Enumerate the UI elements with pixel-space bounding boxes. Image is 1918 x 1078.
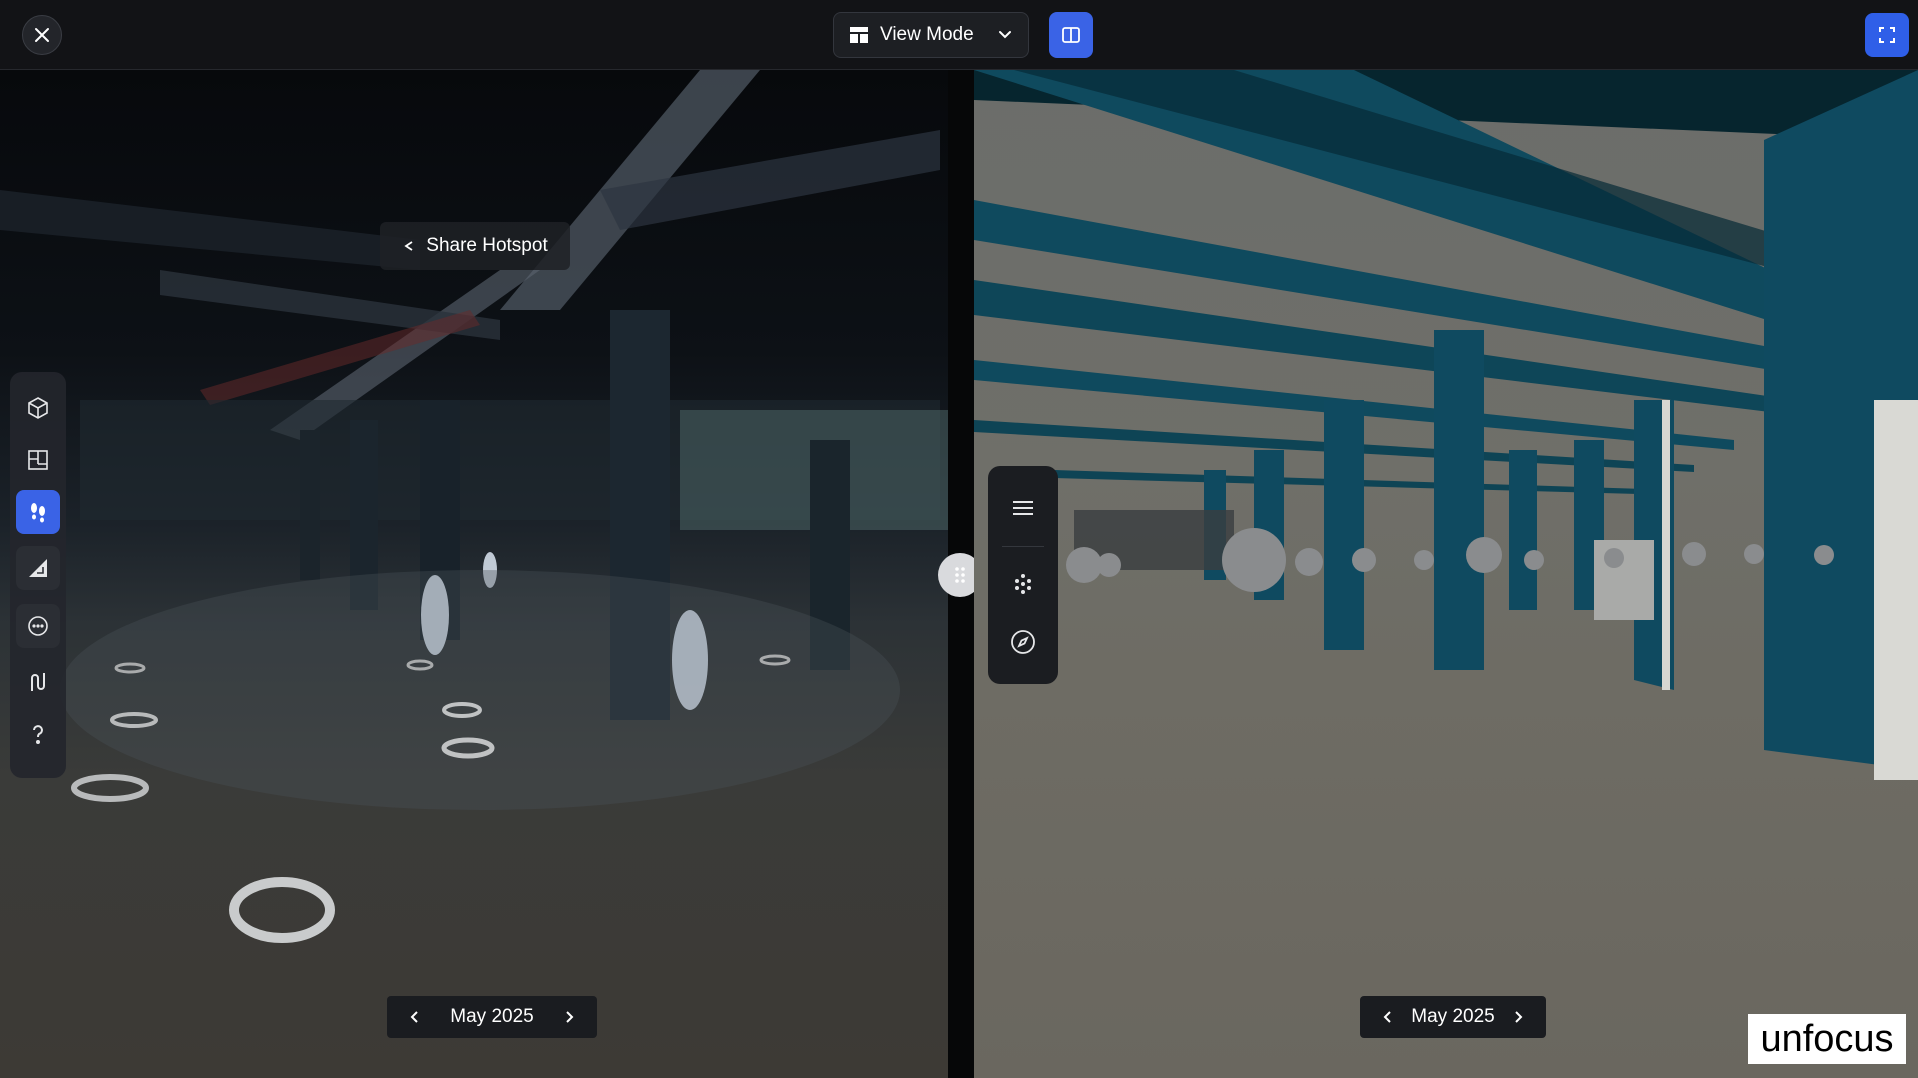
chevron-right-icon[interactable] <box>1508 1006 1530 1028</box>
panorama-view-left[interactable]: Share Hotspot May 2025 <box>0 70 948 1078</box>
date-label-left: May 2025 <box>450 1006 534 1027</box>
split-view-icon <box>1061 25 1081 45</box>
comment-icon <box>26 614 50 638</box>
measure-ruler-icon <box>26 556 50 580</box>
help-question-icon <box>26 722 50 746</box>
tool-rail <box>10 372 66 778</box>
fullscreen-icon <box>1878 26 1896 44</box>
menu-divider <box>1002 546 1044 547</box>
chevron-left-icon[interactable] <box>1376 1006 1398 1028</box>
point-cloud-button[interactable] <box>1001 562 1045 606</box>
close-icon <box>33 26 51 44</box>
tool-measure[interactable] <box>16 546 60 590</box>
share-hotspot-button[interactable]: Share Hotspot <box>380 222 570 270</box>
bim-model-scene <box>974 70 1918 780</box>
tool-help[interactable] <box>16 712 60 756</box>
unfocus-label: unfocus <box>1748 1014 1906 1064</box>
hamburger-menu-icon <box>1011 499 1035 517</box>
tool-comments[interactable] <box>16 604 60 648</box>
tool-walkthrough[interactable] <box>16 490 60 534</box>
cube-3d-icon <box>26 396 50 420</box>
chevron-left-icon[interactable] <box>403 1006 425 1028</box>
floorplan-icon <box>26 448 50 472</box>
top-toolbar: View Mode <box>0 0 1918 70</box>
date-label-right: May 2025 <box>1411 1006 1495 1027</box>
tool-floorplan[interactable] <box>16 438 60 482</box>
tool-3d-model[interactable] <box>16 386 60 430</box>
chevron-right-icon[interactable] <box>559 1006 581 1028</box>
compass-button[interactable] <box>1001 620 1045 664</box>
close-button[interactable] <box>22 15 62 55</box>
compass-icon <box>1010 629 1036 655</box>
date-navigator-left: May 2025 <box>387 996 597 1038</box>
split-view-button[interactable] <box>1049 12 1093 58</box>
fullscreen-button[interactable] <box>1865 13 1909 57</box>
view-mode-label: View Mode <box>880 24 974 45</box>
model-floating-menu <box>988 466 1058 684</box>
view-mode-dropdown[interactable]: View Mode <box>833 12 1029 58</box>
layout-grid-icon <box>850 27 868 43</box>
share-hotspot-label: Share Hotspot <box>426 235 548 256</box>
share-icon <box>402 239 416 253</box>
point-cloud-icon <box>1012 573 1034 595</box>
drag-dots-icon <box>953 565 967 585</box>
tool-route[interactable] <box>16 660 60 704</box>
model-view-right[interactable]: May 2025 <box>974 70 1918 1078</box>
menu-toggle-button[interactable] <box>1001 486 1045 530</box>
footsteps-icon <box>26 500 50 524</box>
route-path-icon <box>26 670 50 694</box>
date-navigator-right: May 2025 <box>1360 996 1546 1038</box>
chevron-down-icon <box>998 30 1012 40</box>
